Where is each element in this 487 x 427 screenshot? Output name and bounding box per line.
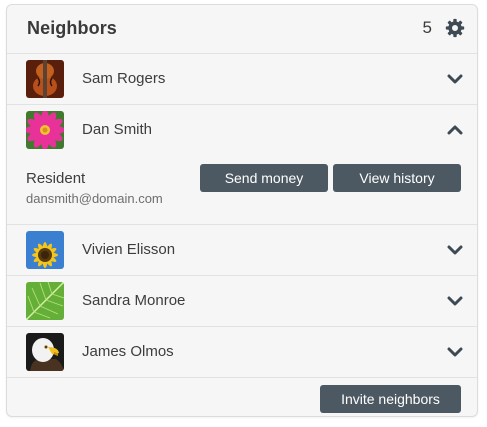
neighbor-row[interactable]: Vivien Elisson <box>7 225 477 276</box>
neighbor-name: Sandra Monroe <box>82 292 186 309</box>
chevron-down-icon[interactable] <box>447 293 463 309</box>
avatar <box>26 231 64 269</box>
neighbor-name: Vivien Elisson <box>82 241 176 258</box>
neighbor-role: Resident <box>26 170 86 187</box>
avatar <box>26 111 64 149</box>
neighbor-name: Sam Rogers <box>82 70 166 87</box>
view-history-button[interactable]: View history <box>333 164 461 192</box>
pink-flower-avatar-image <box>26 111 64 149</box>
green-leaf-avatar-image <box>26 282 64 320</box>
avatar <box>26 333 64 371</box>
chevron-down-icon[interactable] <box>447 344 463 360</box>
gear-icon[interactable] <box>445 18 465 38</box>
send-money-button[interactable]: Send money <box>200 164 328 192</box>
neighbor-row[interactable]: Sam Rogers <box>7 54 477 105</box>
eagle-avatar-image <box>26 333 64 371</box>
neighbor-row[interactable]: Sandra Monroe <box>7 276 477 327</box>
chevron-down-icon[interactable] <box>447 71 463 87</box>
neighbor-email: dansmith@domain.com <box>26 191 163 206</box>
violin-avatar-image <box>26 60 64 98</box>
neighbor-count: 5 <box>422 18 432 37</box>
invite-neighbors-button[interactable]: Invite neighbors <box>320 385 461 413</box>
chevron-down-icon[interactable] <box>447 242 463 258</box>
chevron-up-icon[interactable] <box>447 122 463 138</box>
panel-header: Neighbors 5 <box>7 5 477 54</box>
panel-title: Neighbors <box>27 18 117 38</box>
sunflower-avatar-image <box>26 231 64 269</box>
neighbor-row[interactable]: James Olmos <box>7 327 477 378</box>
neighbor-row-expanded[interactable]: Dan Smith Resident dansmith@domain.com S… <box>7 105 477 225</box>
neighbors-panel: Neighbors 5 Sam Rogers Dan Smith Residen… <box>6 4 478 417</box>
neighbor-name: James Olmos <box>82 343 174 360</box>
avatar <box>26 60 64 98</box>
neighbor-name: Dan Smith <box>82 121 153 138</box>
avatar <box>26 282 64 320</box>
